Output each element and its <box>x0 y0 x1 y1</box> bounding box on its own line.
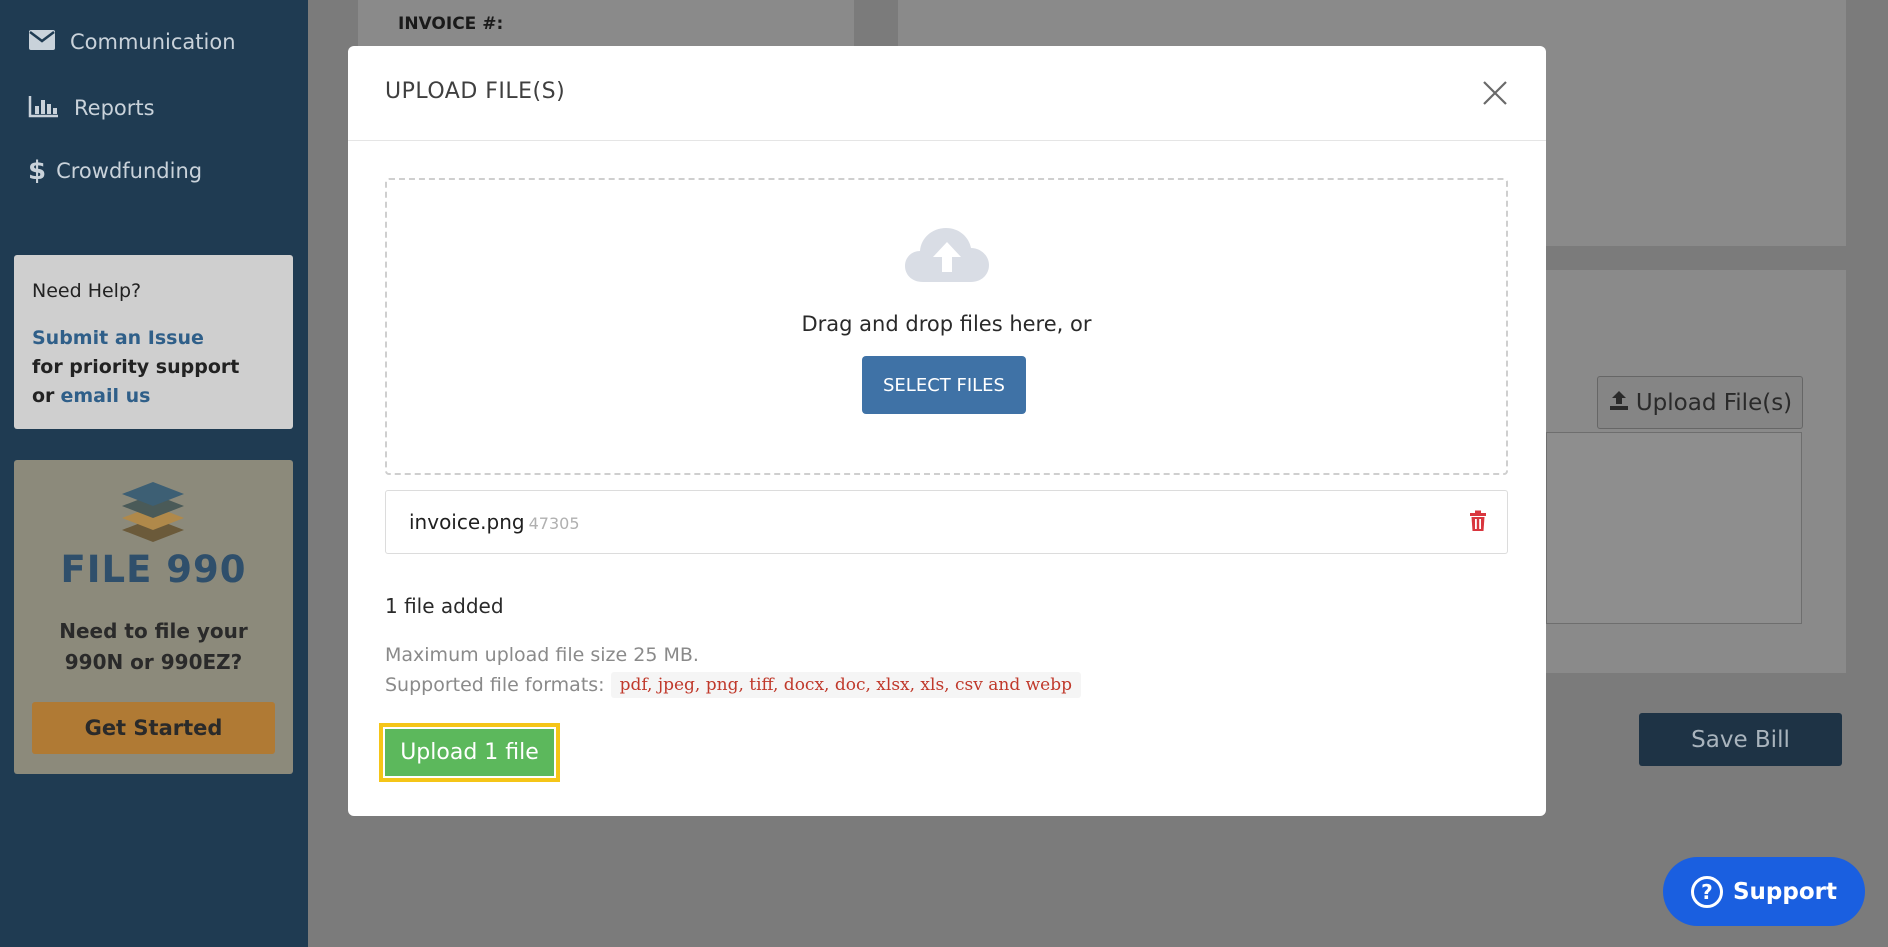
upload-button-highlight: Upload 1 file <box>379 723 560 782</box>
promo-description: Need to file your 990N or 990EZ? <box>14 616 293 678</box>
files-added-count: 1 file added <box>385 594 504 618</box>
promo-line-1: Need to file your <box>59 619 248 643</box>
file-name-text: invoice.png <box>409 510 525 534</box>
sidebar-item-crowdfunding[interactable]: $ Crowdfunding <box>28 151 202 191</box>
help-title: Need Help? <box>32 280 142 302</box>
support-label: Support <box>1732 878 1837 905</box>
modal-header: UPLOAD FILE(S) <box>348 46 1546 141</box>
or-text: or <box>32 385 55 407</box>
sidebar-item-communication[interactable]: Communication <box>28 22 236 62</box>
support-button[interactable]: ? Support <box>1663 857 1865 926</box>
envelope-icon <box>28 29 56 56</box>
get-started-button[interactable]: Get Started <box>32 702 275 754</box>
bar-chart-icon <box>28 94 60 123</box>
sidebar-item-reports[interactable]: Reports <box>28 88 155 128</box>
file990-promo: FILE 990 Need to file your 990N or 990EZ… <box>14 460 293 774</box>
sidebar-item-label: Communication <box>70 30 236 54</box>
promo-title: FILE 990 <box>60 548 247 591</box>
invoice-label: INVOICE #: <box>398 14 504 34</box>
upload-files-button[interactable]: Upload File(s) <box>1597 376 1803 429</box>
help-box: Need Help? Submit an Issue for priority … <box>14 255 293 429</box>
select-files-button[interactable]: SELECT FILES <box>862 356 1026 414</box>
email-us-link[interactable]: email us <box>60 385 150 407</box>
upload-icon <box>1608 389 1630 417</box>
sidebar-item-label: Crowdfunding <box>56 159 203 183</box>
cloud-upload-icon <box>903 224 991 288</box>
trash-icon[interactable] <box>1468 510 1488 536</box>
submit-issue-link[interactable]: Submit an Issue <box>32 327 204 349</box>
formats-label: Supported file formats: <box>385 674 605 696</box>
close-icon <box>1483 81 1507 105</box>
supported-formats: Supported file formats: pdf, jpeg, png, … <box>385 672 1081 698</box>
dollar-icon: $ <box>28 156 47 186</box>
question-icon: ? <box>1690 875 1723 908</box>
modal-title: UPLOAD FILE(S) <box>385 79 566 104</box>
file-size: 47305 <box>528 514 580 533</box>
file-name: invoice.png 47305 <box>409 510 580 534</box>
sidebar-item-label: Reports <box>74 96 155 120</box>
file-list-item: invoice.png 47305 <box>385 490 1508 554</box>
stack-logo-icon <box>122 482 184 542</box>
close-button[interactable] <box>1476 74 1514 112</box>
file-dropzone[interactable]: Drag and drop files here, or SELECT FILE… <box>385 178 1508 475</box>
promo-line-2: 990N or 990EZ? <box>64 650 243 674</box>
formats-list: pdf, jpeg, png, tiff, docx, doc, xlsx, x… <box>610 672 1081 698</box>
drop-instructions: Drag and drop files here, or <box>801 312 1092 336</box>
upload-file-button[interactable]: Upload 1 file <box>385 729 554 776</box>
save-bill-button[interactable]: Save Bill <box>1639 713 1842 766</box>
upload-modal: UPLOAD FILE(S) Drag and drop files here,… <box>348 46 1546 816</box>
attachments-area <box>1546 432 1802 624</box>
priority-support-text: for priority support <box>32 356 240 378</box>
max-upload-size: Maximum upload file size 25 MB. <box>385 644 699 666</box>
upload-files-label: Upload File(s) <box>1635 389 1793 416</box>
sidebar: Communication Reports $ Crowdfunding Nee… <box>0 0 308 947</box>
